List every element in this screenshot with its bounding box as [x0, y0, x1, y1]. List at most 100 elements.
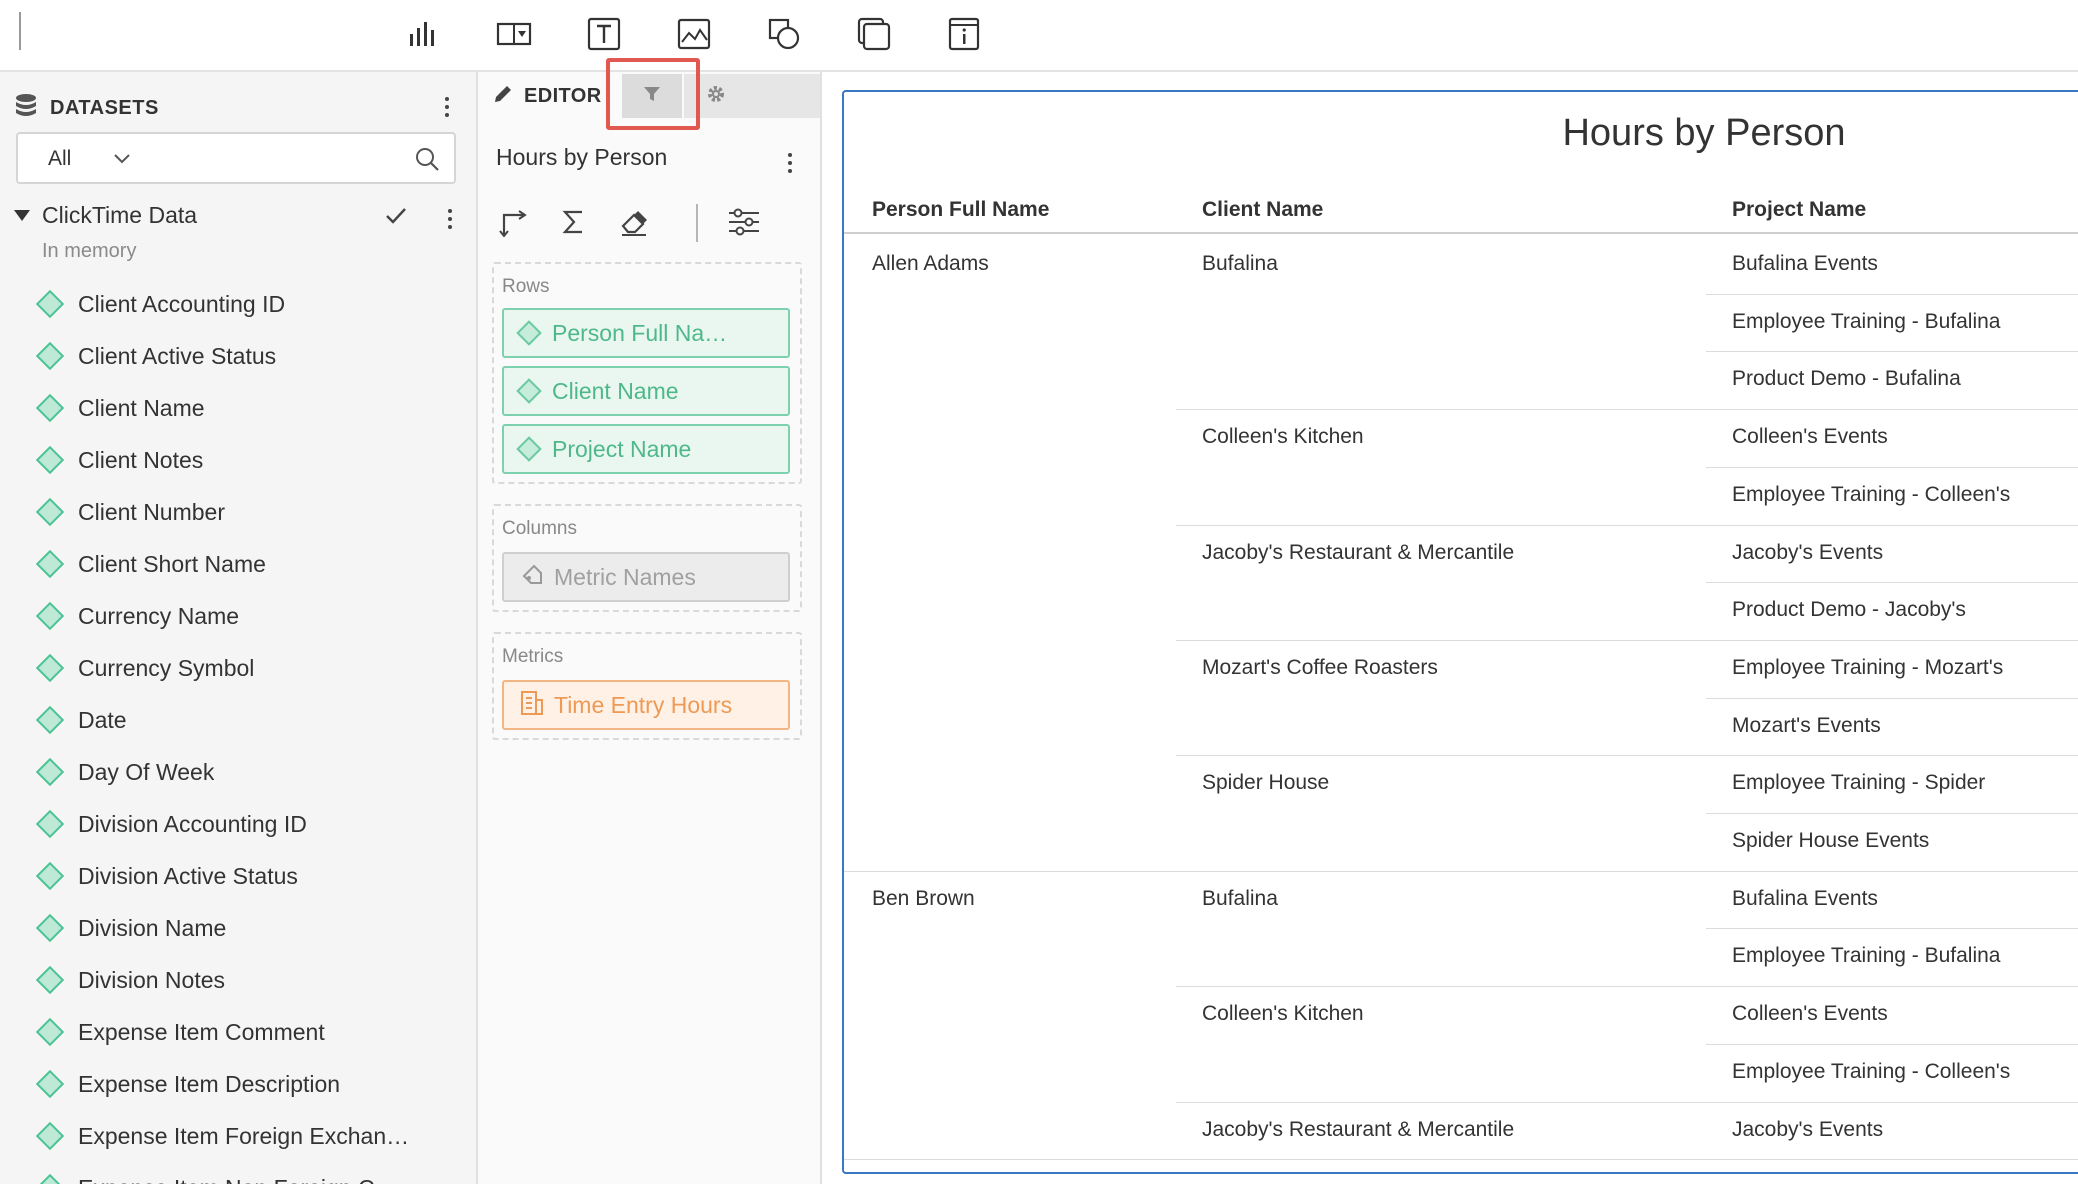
- dimension-icon: [35, 965, 65, 995]
- row-pill-person[interactable]: Person Full Na…: [502, 308, 790, 358]
- dimension-icon: [35, 549, 65, 579]
- chart-title-label[interactable]: Hours by Person: [496, 144, 667, 171]
- tab-editor[interactable]: EDITOR: [492, 80, 602, 112]
- sum-icon[interactable]: [556, 204, 592, 240]
- field-item[interactable]: Expense Item Foreign Exchan…: [0, 1110, 476, 1162]
- cell-project[interactable]: Jacoby's Events: [1732, 1118, 1883, 1142]
- image-icon[interactable]: [674, 14, 714, 54]
- collapse-triangle-icon[interactable]: [14, 210, 30, 221]
- cell-project[interactable]: Spider House Events: [1732, 829, 1929, 853]
- metrics-shelf-label: Metrics: [502, 646, 564, 667]
- datasets-filter[interactable]: All: [16, 132, 456, 184]
- dimension-icon: [35, 913, 65, 943]
- cell-project[interactable]: Employee Training - Mozart's: [1732, 656, 2003, 680]
- field-label: Division Notes: [78, 966, 225, 993]
- cell-project[interactable]: Employee Training - Bufalina: [1732, 310, 2000, 334]
- cell-client[interactable]: Colleen's Kitchen: [1202, 1002, 1364, 1026]
- cell-project[interactable]: Product Demo - Bufalina: [1732, 367, 1961, 391]
- field-item[interactable]: Day Of Week: [0, 746, 476, 798]
- text-icon[interactable]: [584, 14, 624, 54]
- cell-client[interactable]: Spider House: [1202, 771, 1329, 795]
- cell-client[interactable]: Mozart's Coffee Roasters: [1202, 656, 1438, 680]
- tools-divider: [696, 204, 698, 242]
- field-item[interactable]: Date: [0, 694, 476, 746]
- search-icon[interactable]: [414, 146, 440, 177]
- person-divider: [844, 1159, 2078, 1161]
- cell-project[interactable]: Bufalina Events: [1732, 887, 1878, 911]
- columns-shelf[interactable]: Columns Metric Names: [492, 504, 802, 612]
- report-table-widget[interactable]: Hours by Person Person Full Name Client …: [842, 90, 2078, 1174]
- row-divider: [1706, 582, 2078, 584]
- cell-person[interactable]: Ben Brown: [872, 887, 975, 911]
- field-item[interactable]: Client Accounting ID: [0, 278, 476, 330]
- field-item[interactable]: Client Name: [0, 382, 476, 434]
- sliders-icon[interactable]: [726, 204, 762, 240]
- tab-settings[interactable]: [684, 74, 820, 118]
- row-divider: [1706, 928, 2078, 930]
- dataset-filter-select[interactable]: All: [48, 147, 71, 171]
- cell-project[interactable]: Employee Training - Colleen's: [1732, 483, 2010, 507]
- cell-project[interactable]: Jacoby's Events: [1732, 541, 1883, 565]
- field-item[interactable]: Client Notes: [0, 434, 476, 486]
- rows-shelf-label: Rows: [502, 276, 550, 297]
- filter-tab-highlight: [606, 58, 700, 130]
- chevron-down-icon[interactable]: [112, 148, 132, 173]
- header-person[interactable]: Person Full Name: [872, 198, 1049, 222]
- cell-client[interactable]: Bufalina: [1202, 887, 1278, 911]
- cell-client[interactable]: Jacoby's Restaurant & Mercantile: [1202, 1118, 1514, 1142]
- cell-project[interactable]: Colleen's Events: [1732, 1002, 1888, 1026]
- field-item[interactable]: Client Active Status: [0, 330, 476, 382]
- cell-project[interactable]: Bufalina Events: [1732, 252, 1878, 276]
- swap-axes-icon[interactable]: [496, 204, 532, 240]
- field-item[interactable]: Expense Item Non Foreign C…: [0, 1162, 476, 1184]
- bar-chart-icon[interactable]: [403, 14, 443, 54]
- cell-project[interactable]: Mozart's Events: [1732, 714, 1881, 738]
- field-item[interactable]: Expense Item Comment: [0, 1006, 476, 1058]
- cell-client[interactable]: Jacoby's Restaurant & Mercantile: [1202, 541, 1514, 565]
- eraser-icon[interactable]: [616, 204, 652, 240]
- field-item[interactable]: Division Notes: [0, 954, 476, 1006]
- cell-project[interactable]: Employee Training - Bufalina: [1732, 944, 2000, 968]
- cell-project[interactable]: Employee Training - Spider: [1732, 771, 1985, 795]
- cell-project[interactable]: Colleen's Events: [1732, 425, 1888, 449]
- dataset-source[interactable]: ClickTime Data: [12, 198, 468, 238]
- row-pill-client[interactable]: Client Name: [502, 366, 790, 416]
- field-item[interactable]: Client Number: [0, 486, 476, 538]
- info-box-icon[interactable]: [944, 14, 984, 54]
- header-client[interactable]: Client Name: [1202, 198, 1323, 222]
- header-project[interactable]: Project Name: [1732, 198, 1866, 222]
- row-pill-project[interactable]: Project Name: [502, 424, 790, 474]
- group-divider: [1176, 409, 2078, 411]
- field-item[interactable]: Division Accounting ID: [0, 798, 476, 850]
- field-item[interactable]: Currency Name: [0, 590, 476, 642]
- datasets-menu-icon[interactable]: [437, 90, 457, 124]
- dimension-icon: [35, 341, 65, 371]
- dimension-icon: [35, 861, 65, 891]
- field-label: Currency Symbol: [78, 654, 255, 681]
- cell-project[interactable]: Product Demo - Jacoby's: [1732, 598, 1966, 622]
- field-item[interactable]: Division Name: [0, 902, 476, 954]
- chart-menu-icon[interactable]: [780, 146, 800, 180]
- cell-project[interactable]: Employee Training - Colleen's: [1732, 1060, 2010, 1084]
- field-item[interactable]: Expense Item Description: [0, 1058, 476, 1110]
- column-pill-label: Metric Names: [554, 563, 696, 590]
- select-panel-icon[interactable]: [494, 14, 534, 54]
- metrics-shelf[interactable]: Metrics Time Entry Hours: [492, 632, 802, 740]
- group-divider: [1176, 639, 2078, 641]
- metric-pill-time-entry-hours[interactable]: Time Entry Hours: [502, 680, 790, 730]
- shapes-icon[interactable]: [764, 14, 804, 54]
- editor-tools: [496, 198, 816, 246]
- group-divider: [1176, 986, 2078, 988]
- cell-client[interactable]: Bufalina: [1202, 252, 1278, 276]
- column-pill-metric-names[interactable]: Metric Names: [502, 552, 790, 602]
- field-item[interactable]: Currency Symbol: [0, 642, 476, 694]
- field-item[interactable]: Division Active Status: [0, 850, 476, 902]
- rows-shelf[interactable]: Rows Person Full Na… Client Name Project…: [492, 262, 802, 484]
- layers-icon[interactable]: [854, 14, 894, 54]
- cell-client[interactable]: Colleen's Kitchen: [1202, 425, 1364, 449]
- cell-person[interactable]: Allen Adams: [872, 252, 989, 276]
- field-list: Client Accounting ID Client Active Status…: [0, 278, 476, 1184]
- dataset-source-menu-icon[interactable]: [440, 202, 460, 236]
- field-item[interactable]: Client Short Name: [0, 538, 476, 590]
- dimension-icon: [35, 497, 65, 527]
